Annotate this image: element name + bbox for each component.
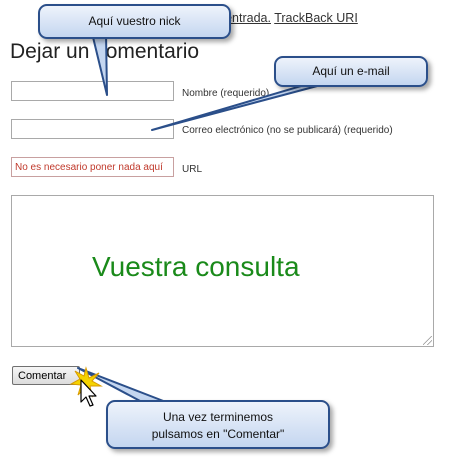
nick-callout-pointer: [91, 32, 108, 96]
email-callout: Aquí un e-mail: [274, 56, 428, 87]
email-callout-pointer: [151, 80, 337, 131]
finish-callout: Una vez terminemos pulsamos en "Comentar…: [106, 400, 330, 449]
email-callout-text: Aquí un e-mail: [312, 64, 390, 78]
nick-callout-text: Aquí vuestro nick: [88, 14, 181, 28]
finish-callout-line2: pulsamos en "Comentar": [151, 427, 285, 441]
nick-callout: Aquí vuestro nick: [38, 4, 231, 39]
finish-callout-line1: Una vez terminemos: [162, 410, 274, 424]
